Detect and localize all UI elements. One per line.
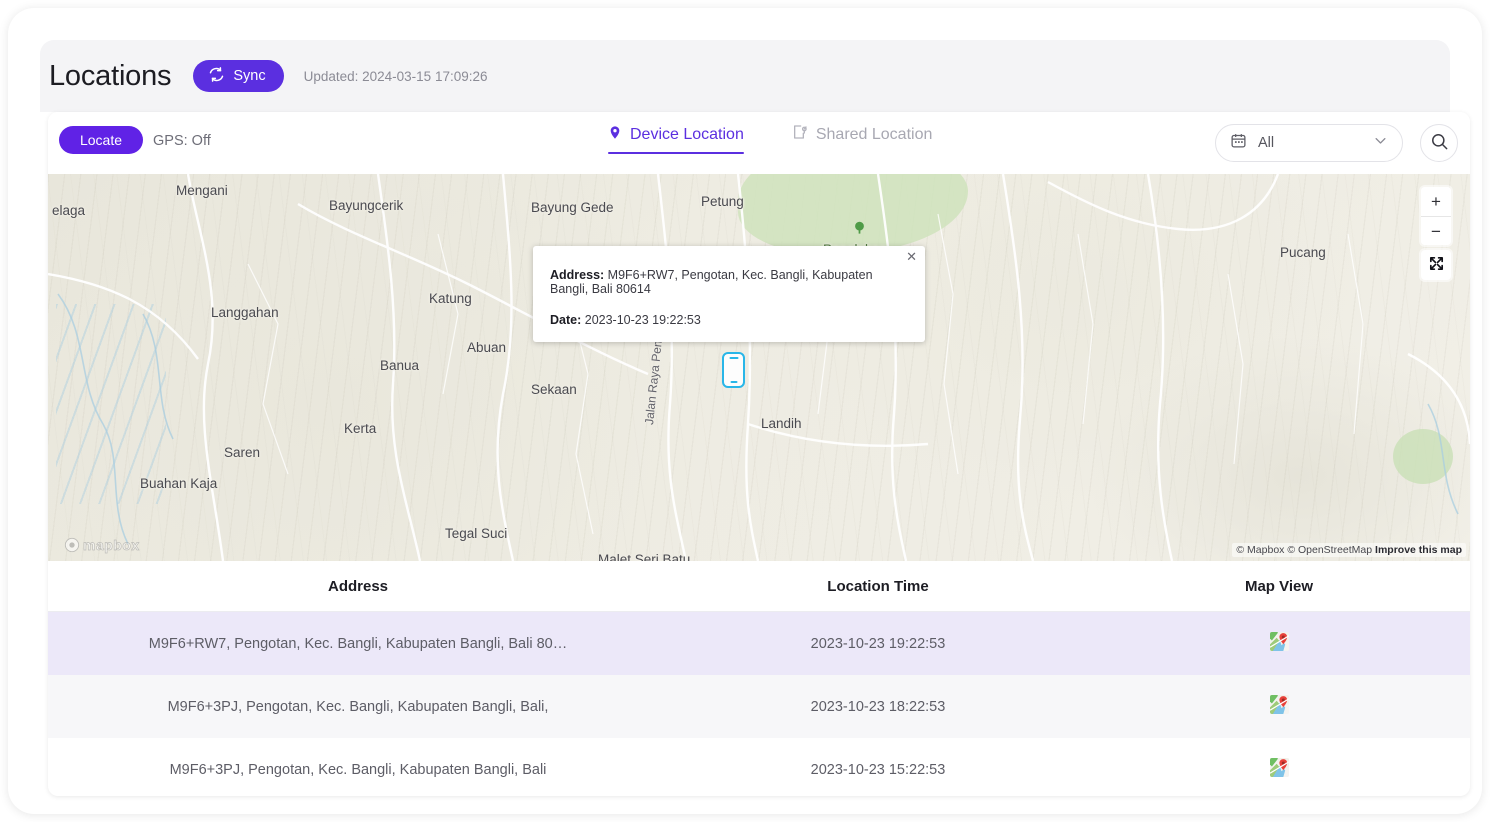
map-attribution: © Mapbox © OpenStreetMap Improve this ma… [1232, 543, 1466, 557]
mapbox-mark-icon [64, 537, 80, 553]
cell-address: M9F6+3PJ, Pengotan, Kec. Bangli, Kabupat… [167, 698, 549, 715]
table-row[interactable]: M9F6+3PJ, Pengotan, Kec. Bangli, Kabupat… [48, 738, 1470, 796]
google-maps-icon[interactable] [1269, 632, 1289, 651]
google-maps-icon[interactable] [1269, 695, 1289, 714]
tab-shared-location-label: Shared Location [815, 125, 933, 143]
sync-button[interactable]: Sync [193, 60, 284, 92]
column-header-map-view: Map View [1244, 577, 1314, 595]
zoom-in-button[interactable]: + [1421, 187, 1451, 216]
calendar-icon [1230, 132, 1247, 154]
tab-device-location[interactable]: Device Location [608, 124, 744, 154]
map-pin-icon [608, 124, 622, 146]
tab-device-location-label: Device Location [630, 126, 744, 143]
sync-button-label: Sync [233, 68, 266, 84]
close-icon[interactable]: ✕ [906, 250, 917, 263]
improve-map-link[interactable]: Improve this map [1375, 544, 1462, 556]
popup-date-label: Date: [550, 313, 582, 327]
cell-location-time: 2023-10-23 15:22:53 [810, 761, 946, 778]
fullscreen-icon [1428, 255, 1445, 275]
map-zoom-controls: + − [1421, 187, 1451, 245]
fullscreen-button[interactable] [1421, 250, 1451, 280]
locate-button[interactable]: Locate [59, 126, 143, 154]
map-toolbar: Locate GPS: Off Device Location Shared L… [48, 112, 1470, 174]
app-window: Locations Sync Updated: 2024-03-15 17:09… [8, 8, 1482, 814]
cell-location-time: 2023-10-23 19:22:53 [810, 635, 946, 652]
cell-map-view [1088, 758, 1470, 781]
tab-shared-location[interactable]: Shared Location [792, 124, 933, 153]
popup-address-line: Address: M9F6+RW7, Pengotan, Kec. Bangli… [550, 268, 907, 296]
google-maps-icon[interactable] [1269, 758, 1289, 777]
date-filter-value: All [1258, 135, 1275, 151]
refresh-icon [208, 66, 225, 87]
date-filter-select[interactable]: All [1215, 124, 1403, 162]
table-row[interactable]: M9F6+3PJ, Pengotan, Kec. Bangli, Kabupat… [48, 675, 1470, 738]
chevron-down-icon [1373, 133, 1388, 153]
column-header-location-time: Location Time [827, 577, 929, 595]
search-button[interactable] [1420, 124, 1458, 162]
zoom-out-button[interactable]: − [1421, 216, 1451, 245]
gps-status-text: GPS: Off [153, 133, 211, 149]
table-row[interactable]: M9F6+RW7, Pengotan, Kec. Bangli, Kabupat… [48, 612, 1470, 675]
popup-date-line: Date: 2023-10-23 19:22:53 [550, 313, 907, 327]
mapbox-wordmark: mapbox [83, 537, 140, 554]
table-header-row: Address Location Time Map View [48, 561, 1470, 612]
page-title: Locations [49, 59, 172, 92]
cell-location-time: 2023-10-23 18:22:53 [810, 698, 946, 715]
mapbox-logo: mapbox [64, 537, 140, 553]
search-icon [1430, 132, 1449, 154]
location-tabs: Device Location Shared Location [608, 124, 932, 154]
cell-address: M9F6+RW7, Pengotan, Kec. Bangli, Kabupat… [148, 635, 568, 652]
page-header: Locations Sync Updated: 2024-03-15 17:09… [40, 40, 1450, 112]
last-updated-text: Updated: 2024-03-15 17:09:26 [303, 68, 488, 84]
map-road-network [48, 174, 1470, 561]
device-phone-marker[interactable] [722, 352, 745, 388]
locations-panel: Locate GPS: Off Device Location Shared L… [48, 112, 1470, 796]
cell-map-view [1088, 632, 1470, 655]
map-attribution-text: © Mapbox © OpenStreetMap [1236, 544, 1373, 556]
popup-date-value: 2023-10-23 19:22:53 [584, 313, 701, 327]
location-popup: ✕ Address: M9F6+RW7, Pengotan, Kec. Bang… [533, 246, 925, 342]
cell-address: M9F6+3PJ, Pengotan, Kec. Bangli, Kabupat… [169, 761, 547, 778]
column-header-address: Address [327, 577, 389, 595]
cell-map-view [1088, 695, 1470, 718]
table-body: M9F6+RW7, Pengotan, Kec. Bangli, Kabupat… [48, 612, 1470, 796]
popup-address-label: Address: [550, 268, 605, 282]
map-canvas[interactable]: elaga Mengani Bayungcerik Bayung Gede Petung… [48, 174, 1470, 561]
share-location-icon [792, 124, 808, 145]
locations-table: Address Location Time Map View M9F6+RW7,… [48, 561, 1470, 796]
